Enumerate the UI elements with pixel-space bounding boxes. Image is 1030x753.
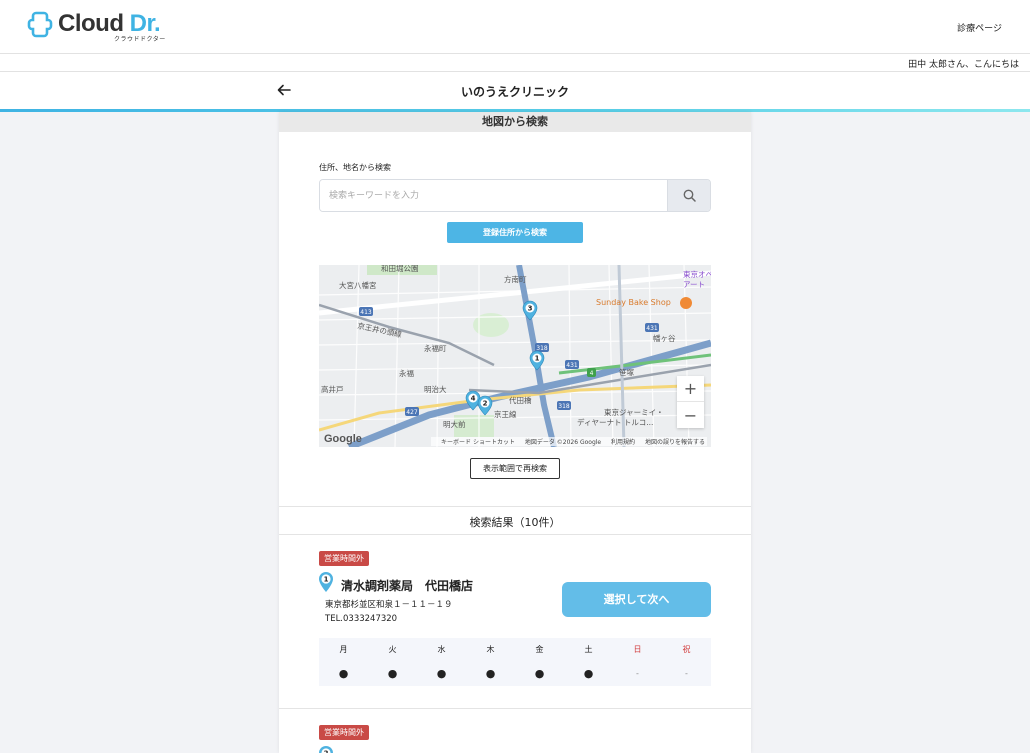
map-label: アート — [683, 280, 705, 289]
status-badge: 営業時間外 — [319, 551, 369, 566]
map-search-section-title: 地図から検索 — [279, 112, 751, 132]
status-badge: 営業時間外 — [319, 725, 369, 740]
pharmacy-address: 東京都杉並区和泉１－１１－１９ — [325, 600, 453, 610]
map-label: ディヤーナト トルコ... — [577, 417, 653, 427]
status-holiday: - — [685, 669, 688, 678]
keyboard-shortcuts-link[interactable]: キーボード ショートカット — [441, 439, 515, 446]
greeting-bar: 田中 太郎さん、こんにちは — [0, 54, 1030, 72]
google-logo: Google — [324, 433, 362, 445]
svg-text:1: 1 — [324, 576, 329, 584]
user-greeting: 田中 太郎さん、こんにちは — [908, 60, 1019, 70]
road-shield: 413 — [360, 309, 372, 316]
cloud-dr-logo[interactable]: Cloud Dr. クラウドドクター — [26, 8, 166, 44]
day-mon: 月 — [339, 645, 348, 654]
map-label: 明治大 — [424, 384, 447, 394]
svg-text:2: 2 — [483, 400, 488, 408]
day-sun: 日 — [633, 645, 642, 654]
map-label: 永福町 — [424, 343, 447, 353]
search-icon — [683, 189, 696, 202]
pharmacy-name: 清水調剤薬局 代田橋店 — [341, 579, 474, 593]
divider — [279, 708, 751, 709]
status-thu: ● — [485, 667, 496, 680]
status-fri: ● — [534, 667, 545, 680]
day-sat: 土 — [584, 645, 593, 654]
map-label: 笹塚 — [619, 367, 634, 377]
status-sun: - — [636, 669, 639, 678]
divider — [279, 506, 751, 507]
hours-days-row: 月 火 水 木 金 土 日 祝 — [319, 638, 711, 662]
business-hours-table: 月 火 水 木 金 土 日 祝 ● ● ● ● ● ● - - — [319, 638, 711, 686]
map-label: 永福 — [399, 368, 414, 378]
map-pin-icon: 1 — [319, 572, 333, 592]
map-attribution: キーボード ショートカット 地図データ ©2026 Google 利用規約 地図… — [431, 437, 707, 446]
consultation-page-link[interactable]: 診療ページ — [957, 21, 1002, 34]
day-wed: 水 — [437, 645, 446, 654]
svg-text:2: 2 — [324, 750, 329, 753]
search-button[interactable] — [667, 180, 710, 211]
map-canvas: 和田堀公園 大宮八幡宮 方南町 東京オペラシティ アート Sunday Bake… — [319, 265, 711, 447]
map-label: 高井戸 — [321, 384, 344, 394]
day-tue: 火 — [388, 645, 397, 654]
top-bar: Cloud Dr. クラウドドクター 診療ページ — [0, 0, 1030, 54]
map-label: Sunday Bake Shop — [596, 298, 671, 307]
status-mon: ● — [338, 667, 349, 680]
map-zoom-controls: + − — [677, 376, 704, 428]
search-visible-area-button[interactable]: 表示範囲で再検索 — [470, 458, 560, 479]
page-header: いのうえクリニック — [0, 72, 1030, 110]
svg-text:3: 3 — [528, 305, 533, 313]
pharmacy-phone: TEL.0333247320 — [325, 614, 398, 624]
registered-address-search-button[interactable]: 登録住所から検索 — [447, 222, 583, 243]
road-shield: 318 — [558, 403, 570, 410]
status-wed: ● — [436, 667, 447, 680]
divider — [279, 534, 751, 535]
map-label: 京王線 — [494, 409, 517, 419]
day-thu: 木 — [486, 645, 495, 654]
address-search-label: 住所、地名から検索 — [319, 163, 391, 172]
map-view[interactable]: 和田堀公園 大宮八幡宮 方南町 東京オペラシティ アート Sunday Bake… — [319, 265, 711, 447]
cloud-cross-logo-icon — [27, 11, 53, 38]
hours-status-row: ● ● ● ● ● ● - - — [319, 662, 711, 686]
map-label: 代田橋 — [509, 395, 532, 405]
road-shield: 431 — [646, 325, 658, 332]
zoom-in-button[interactable]: + — [677, 376, 704, 402]
select-and-next-button[interactable]: 選択して次へ — [562, 582, 711, 617]
status-tue: ● — [387, 667, 398, 680]
svg-text:4: 4 — [471, 395, 476, 403]
road-shield: 427 — [406, 409, 418, 416]
map-label: 明大前 — [443, 419, 466, 429]
road-shield: 431 — [566, 362, 578, 369]
map-label: 和田堀公園 — [381, 265, 419, 273]
report-error-link[interactable]: 地図の誤りを報告する — [645, 439, 705, 446]
map-label: 方南町 — [504, 274, 527, 284]
map-pin-icon: 2 — [319, 746, 333, 753]
day-fri: 金 — [535, 645, 544, 654]
map-label: 東京オペラシティ — [683, 269, 711, 279]
zoom-out-button[interactable]: − — [677, 402, 704, 428]
day-holiday: 祝 — [682, 645, 691, 654]
main-panel: 地図から検索 住所、地名から検索 登録住所から検索 — [279, 112, 751, 753]
search-box — [319, 179, 711, 212]
status-sat: ● — [583, 667, 594, 680]
map-label: 大宮八幡宮 — [339, 280, 377, 290]
map-data-credit: 地図データ ©2026 Google — [524, 439, 602, 446]
map-label: 幡ヶ谷 — [653, 333, 676, 343]
clinic-title: いのうえクリニック — [460, 85, 569, 99]
svg-text:1: 1 — [535, 355, 540, 363]
results-title: 検索結果（10件） — [469, 516, 561, 529]
logo-subtext: クラウドドクター — [114, 36, 166, 43]
road-shield: 4 — [590, 370, 594, 377]
terms-link[interactable]: 利用規約 — [611, 439, 635, 446]
search-input[interactable] — [320, 180, 668, 211]
map-label: 東京ジャーミイ・ — [604, 407, 664, 417]
